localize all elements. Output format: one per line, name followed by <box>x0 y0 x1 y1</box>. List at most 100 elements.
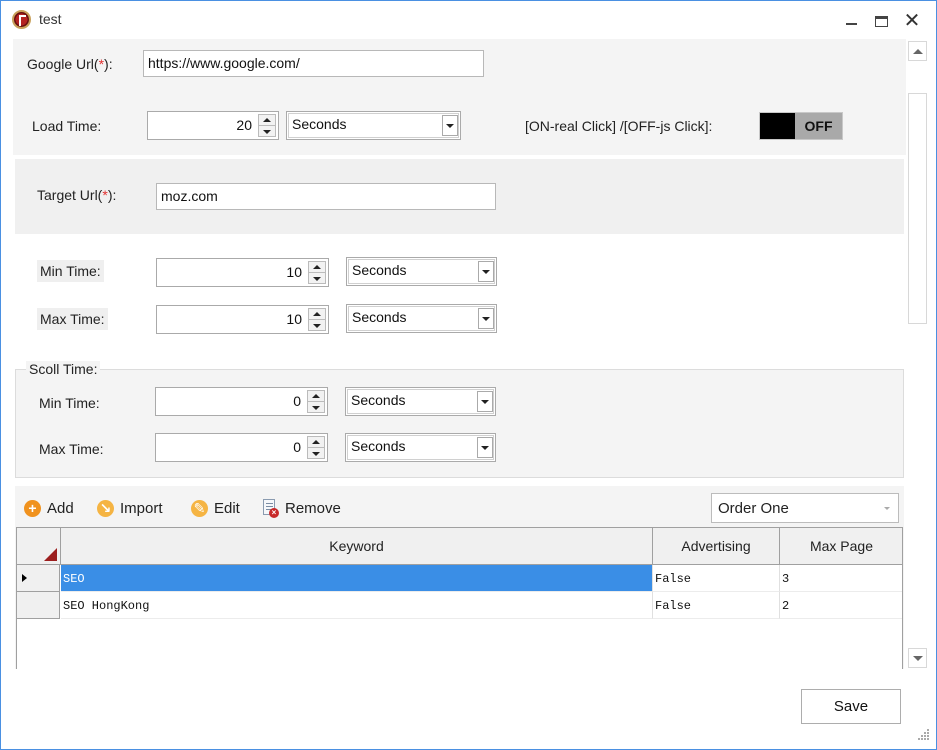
spin-buttons <box>307 390 325 413</box>
click-mode-toggle[interactable]: OFF <box>759 112 843 140</box>
column-header-max-page[interactable]: Max Page <box>780 528 902 564</box>
increment-button[interactable] <box>309 262 325 273</box>
cell-max-page[interactable]: 2 <box>780 592 902 619</box>
scrollbar-thumb[interactable] <box>908 93 927 324</box>
keyword-grid: Keyword Advertising Max Page SEO False 3… <box>16 527 903 669</box>
cell-advertising[interactable]: False <box>653 565 780 592</box>
decrement-button[interactable] <box>309 320 325 331</box>
chevron-down-icon <box>884 507 890 510</box>
target-url-input[interactable]: moz.com <box>156 183 496 210</box>
spin-buttons <box>258 114 276 137</box>
stay-time-panel: Min Time: 10 Seconds Max Time: 10 Second… <box>15 234 904 358</box>
vertical-scrollbar[interactable] <box>908 40 928 670</box>
column-header-keyword[interactable]: Keyword <box>61 528 653 564</box>
scroll-down-button[interactable] <box>908 648 927 668</box>
load-time-unit-select[interactable]: Seconds <box>286 111 461 140</box>
min-time-unit-value: Seconds <box>352 262 407 278</box>
toggle-state: OFF <box>795 113 842 139</box>
minimize-icon <box>845 23 857 25</box>
decrement-button[interactable] <box>309 273 325 284</box>
corner-triangle-icon <box>44 548 57 561</box>
min-time-unit-select[interactable]: Seconds <box>346 257 497 286</box>
arrow-down-icon <box>312 451 320 456</box>
increment-button[interactable] <box>308 391 324 402</box>
google-url-input[interactable]: https://www.google.com/ <box>143 50 484 77</box>
spin-buttons <box>307 436 325 459</box>
scroll-max-time-unit-select[interactable]: Seconds <box>345 433 496 462</box>
chevron-down-icon <box>446 123 454 128</box>
scroll-min-time-value[interactable]: 0 <box>293 393 301 409</box>
cell-advertising[interactable]: False <box>653 592 780 619</box>
chevron-down-icon <box>482 269 490 274</box>
minimize-button[interactable] <box>839 9 863 33</box>
row-header[interactable] <box>17 592 60 619</box>
max-time-unit-value: Seconds <box>352 309 407 325</box>
scroll-time-group: Scoll Time: Min Time: 0 Seconds Max Time… <box>15 361 904 478</box>
import-icon: ↘ <box>97 499 114 517</box>
dropdown-button[interactable] <box>477 437 493 458</box>
decrement-button[interactable] <box>259 126 275 137</box>
increment-button[interactable] <box>308 437 324 448</box>
resize-grip-icon[interactable] <box>918 729 930 741</box>
edit-icon: ✎ <box>191 499 208 517</box>
row-header[interactable] <box>17 565 60 592</box>
order-select[interactable]: Order One <box>711 493 899 523</box>
maximize-icon <box>874 15 888 27</box>
min-time-label: Min Time: <box>37 260 104 282</box>
scroll-max-time-value[interactable]: 0 <box>293 439 301 455</box>
google-settings-panel: Google Url(*): https://www.google.com/ L… <box>13 39 906 155</box>
remove-document-icon: × <box>262 498 279 518</box>
maximize-button[interactable] <box>869 9 893 33</box>
table-row[interactable]: SEO False 3 <box>17 565 902 592</box>
arrow-up-icon <box>263 118 271 122</box>
increment-button[interactable] <box>309 309 325 320</box>
order-select-value: Order One <box>718 500 789 517</box>
chevron-down-icon <box>481 399 489 404</box>
remove-button[interactable]: × Remove <box>262 497 341 519</box>
toggle-knob <box>760 113 795 139</box>
dropdown-button[interactable] <box>442 115 458 136</box>
dropdown-button[interactable] <box>477 391 493 412</box>
close-button[interactable]: ✕ <box>900 9 924 33</box>
max-time-value[interactable]: 10 <box>286 311 302 327</box>
spin-buttons <box>308 308 326 331</box>
dropdown-button[interactable] <box>478 261 494 282</box>
target-url-panel: Target Url(*): moz.com <box>15 159 904 234</box>
max-time-label: Max Time: <box>37 308 108 330</box>
edit-button[interactable]: ✎ Edit <box>191 497 240 519</box>
load-time-spinner[interactable]: 20 <box>147 111 279 140</box>
scroll-min-time-spinner[interactable]: 0 <box>155 387 328 416</box>
current-row-icon <box>22 574 27 582</box>
title-bar: test ✕ <box>1 1 936 39</box>
arrow-down-icon <box>313 276 321 281</box>
scroll-max-time-spinner[interactable]: 0 <box>155 433 328 462</box>
cell-keyword[interactable]: SEO <box>61 565 653 592</box>
import-button[interactable]: ↘ Import <box>97 497 163 519</box>
select-all-corner[interactable] <box>17 528 61 564</box>
arrow-up-icon <box>312 394 320 398</box>
add-button[interactable]: + Add <box>24 497 74 519</box>
min-time-spinner[interactable]: 10 <box>156 258 329 287</box>
cell-keyword[interactable]: SEO HongKong <box>61 592 653 619</box>
grid-header: Keyword Advertising Max Page <box>17 528 902 565</box>
column-header-advertising[interactable]: Advertising <box>653 528 780 564</box>
close-icon: ✕ <box>903 10 921 32</box>
cell-max-page[interactable]: 3 <box>780 565 902 592</box>
increment-button[interactable] <box>259 115 275 126</box>
max-time-spinner[interactable]: 10 <box>156 305 329 334</box>
decrement-button[interactable] <box>308 448 324 459</box>
arrow-up-icon <box>313 312 321 316</box>
table-row[interactable]: SEO HongKong False 2 <box>17 592 902 619</box>
scroll-min-time-unit-select[interactable]: Seconds <box>345 387 496 416</box>
arrow-up-icon <box>313 265 321 269</box>
min-time-value[interactable]: 10 <box>286 264 302 280</box>
save-button[interactable]: Save <box>801 689 901 724</box>
app-window: test ✕ Google Url(*): https://www.google… <box>0 0 937 750</box>
load-time-value[interactable]: 20 <box>236 117 252 133</box>
max-time-unit-select[interactable]: Seconds <box>346 304 497 333</box>
app-logo-icon <box>12 10 31 29</box>
decrement-button[interactable] <box>308 402 324 413</box>
load-time-label: Load Time: <box>32 118 102 134</box>
dropdown-button[interactable] <box>478 308 494 329</box>
scroll-up-button[interactable] <box>908 41 927 61</box>
